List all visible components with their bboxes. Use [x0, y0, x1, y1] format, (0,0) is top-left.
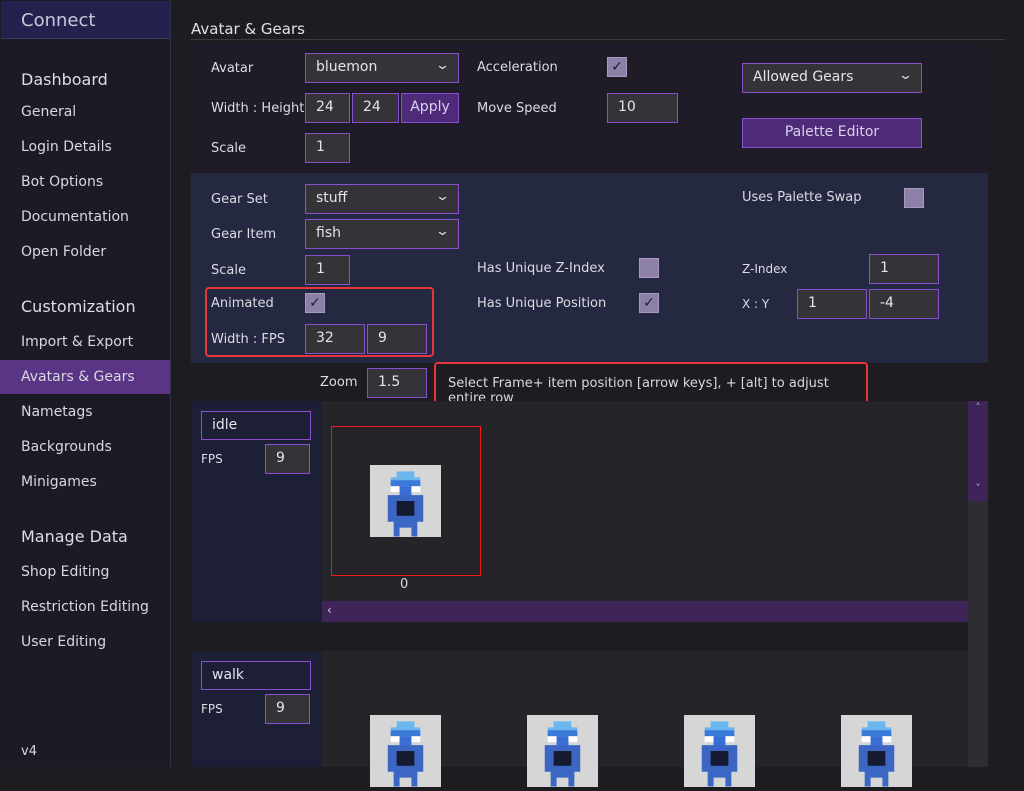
monster-sprite-icon [387, 471, 424, 537]
avatar-value: bluemon [316, 59, 378, 75]
idle-name-input[interactable]: idle [201, 411, 311, 440]
sprite-frame [370, 465, 441, 537]
chevron-down-icon: ⌄ [897, 68, 914, 83]
animated-label: Animated [211, 296, 274, 311]
walk-sprite-frame[interactable] [841, 715, 912, 787]
scrollbar-track[interactable] [968, 501, 988, 767]
connect-button[interactable]: Connect [1, 1, 170, 39]
z-index-input[interactable]: 1 [869, 254, 939, 284]
walk-sprite-frame[interactable] [684, 715, 755, 787]
animated-checkbox[interactable]: ✓ [305, 293, 325, 313]
vertical-scrollbar[interactable]: ˄ ˅ [968, 401, 988, 501]
zoom-label: Zoom [320, 375, 358, 390]
version-label: v4 [21, 744, 37, 759]
chevron-down-icon: ⌄ [434, 189, 451, 204]
frame-index: 0 [400, 577, 409, 592]
apply-button[interactable]: Apply [401, 93, 459, 123]
horizontal-scrollbar[interactable]: ‹ [322, 601, 968, 622]
gear-set-value: stuff [316, 190, 348, 206]
gear-item-select[interactable]: fish ⌄ [305, 219, 459, 249]
avatar-label: Avatar [211, 61, 254, 76]
acceleration-checkbox[interactable]: ✓ [607, 57, 627, 77]
walk-fps-input[interactable]: 9 [265, 694, 310, 724]
zoom-input[interactable]: 1.5 [367, 368, 427, 398]
nav-documentation[interactable]: Documentation [0, 200, 170, 234]
move-speed-label: Move Speed [477, 101, 557, 116]
unique-z-checkbox[interactable] [639, 258, 659, 278]
idle-fps-label: FPS [201, 452, 223, 466]
section-customization: Customization [21, 297, 136, 316]
palette-swap-checkbox[interactable] [904, 188, 924, 208]
idle-fps-input[interactable]: 9 [265, 444, 310, 474]
x-input[interactable]: 1 [797, 289, 867, 319]
scale-label: Scale [211, 141, 246, 156]
gear-width-input[interactable]: 32 [305, 324, 365, 354]
allowed-gears-value: Allowed Gears [753, 69, 854, 85]
gear-item-value: fish [316, 225, 341, 241]
divider [191, 39, 1005, 40]
nav-open-folder[interactable]: Open Folder [0, 235, 170, 269]
unique-position-checkbox[interactable]: ✓ [639, 293, 659, 313]
palette-swap-label: Uses Palette Swap [742, 190, 862, 205]
move-speed-input[interactable]: 10 [607, 93, 678, 123]
allowed-gears-select[interactable]: Allowed Gears ⌄ [742, 63, 922, 93]
width-fps-label: Width : FPS [211, 332, 285, 347]
scroll-down-icon[interactable]: ˅ [968, 482, 988, 495]
gear-scale-input[interactable]: 1 [305, 255, 350, 285]
nav-restriction-editing[interactable]: Restriction Editing [0, 590, 170, 624]
unique-z-label: Has Unique Z-Index [477, 261, 605, 276]
z-index-label: Z-Index [742, 262, 788, 276]
nav-user-editing[interactable]: User Editing [0, 625, 170, 659]
palette-editor-button[interactable]: Palette Editor [742, 118, 922, 148]
nav-bot-options[interactable]: Bot Options [0, 165, 170, 199]
scale-input[interactable]: 1 [305, 133, 350, 163]
walk-name-input[interactable]: walk [201, 661, 311, 690]
monster-sprite-icon [544, 721, 581, 787]
gear-item-label: Gear Item [211, 227, 277, 242]
walk-sprite-frame[interactable] [370, 715, 441, 787]
acceleration-label: Acceleration [477, 60, 558, 75]
width-input[interactable]: 24 [305, 93, 350, 123]
avatar-select[interactable]: bluemon ⌄ [305, 53, 459, 83]
nav-avatars-gears[interactable]: Avatars & Gears [0, 360, 170, 394]
y-input[interactable]: -4 [869, 289, 939, 319]
walk-sprite-frame[interactable] [527, 715, 598, 787]
xy-label: X : Y [742, 297, 770, 311]
sidebar: Connect Dashboard General Login Details … [0, 0, 171, 767]
gear-scale-label: Scale [211, 263, 246, 278]
width-height-label: Width : Height [211, 101, 305, 116]
gear-set-select[interactable]: stuff ⌄ [305, 184, 459, 214]
nav-general[interactable]: General [0, 95, 170, 129]
height-input[interactable]: 24 [352, 93, 399, 123]
nav-import-export[interactable]: Import & Export [0, 325, 170, 359]
chevron-down-icon: ⌄ [434, 58, 451, 73]
nav-minigames[interactable]: Minigames [0, 465, 170, 499]
monster-sprite-icon [387, 721, 424, 787]
nav-nametags[interactable]: Nametags [0, 395, 170, 429]
nav-backgrounds[interactable]: Backgrounds [0, 430, 170, 464]
nav-login-details[interactable]: Login Details [0, 130, 170, 164]
scroll-left-icon[interactable]: ‹ [327, 603, 332, 617]
walk-fps-label: FPS [201, 702, 223, 716]
hint-text: Select Frame+ item position [arrow keys]… [434, 362, 868, 406]
scroll-up-icon[interactable]: ˄ [968, 401, 988, 414]
gear-set-label: Gear Set [211, 192, 268, 207]
section-manage-data: Manage Data [21, 527, 128, 546]
section-dashboard: Dashboard [21, 70, 108, 89]
page-title: Avatar & Gears [191, 20, 305, 38]
nav-shop-editing[interactable]: Shop Editing [0, 555, 170, 589]
gear-fps-input[interactable]: 9 [367, 324, 427, 354]
chevron-down-icon: ⌄ [434, 224, 451, 239]
monster-sprite-icon [701, 721, 738, 787]
monster-sprite-icon [858, 721, 895, 787]
unique-position-label: Has Unique Position [477, 296, 607, 311]
